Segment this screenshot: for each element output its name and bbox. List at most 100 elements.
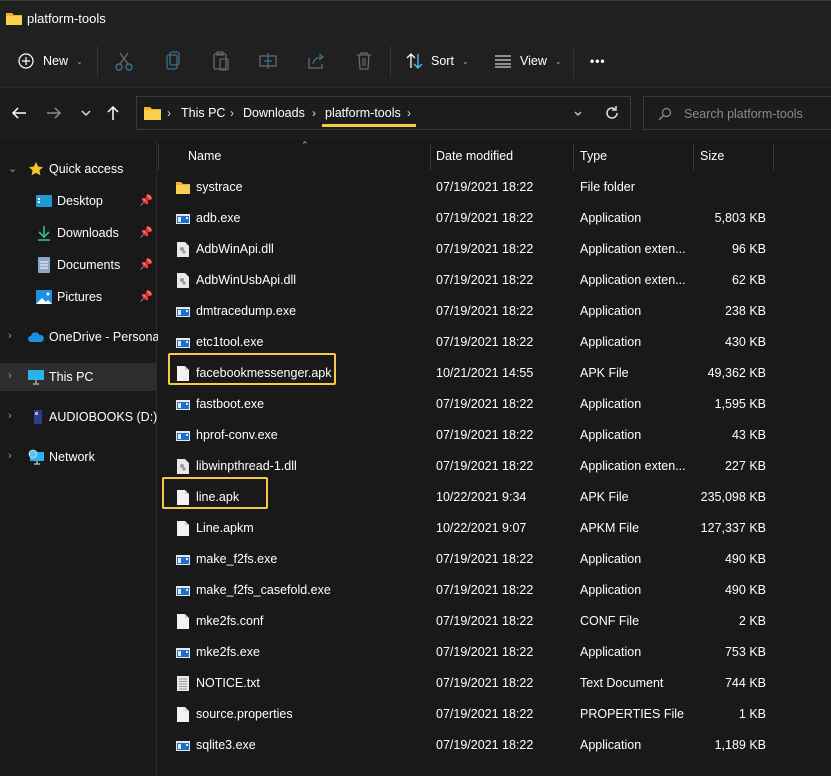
sidebar-item-this-pc[interactable]: › This PC	[0, 363, 156, 391]
copy-icon[interactable]	[162, 50, 184, 72]
file-date-modified: 07/19/2021 18:22	[436, 242, 534, 256]
address-row: › This PC › Downloads › platform-tools ›…	[0, 88, 831, 140]
file-row[interactable]: make_f2fs.exe 07/19/2021 18:22 Application…	[158, 544, 831, 575]
file-row[interactable]: source.properties 07/19/2021 18:22 PROPERT…	[158, 699, 831, 730]
column-header-type[interactable]: Type	[580, 149, 607, 163]
file-name: etc1tool.exe	[196, 335, 264, 349]
file-row[interactable]: NOTICE.txt 07/19/2021 18:22 Text Document 7…	[158, 668, 831, 699]
onedrive-icon	[28, 332, 44, 342]
column-header-date-modified[interactable]: Date modified	[436, 149, 513, 163]
delete-icon[interactable]	[353, 50, 375, 72]
rename-icon[interactable]	[257, 50, 279, 72]
cut-icon[interactable]	[113, 50, 135, 72]
file-name: source.properties	[196, 707, 293, 721]
file-type: Application	[580, 211, 642, 225]
window-title: platform-tools	[27, 11, 106, 26]
column-divider[interactable]	[573, 144, 574, 170]
sidebar-item-audiobooks-drive[interactable]: › AUDIOBOOKS (D:)	[0, 403, 158, 431]
file-row[interactable]: systrace 07/19/2021 18:22 File folder	[158, 172, 831, 203]
file-row[interactable]: mke2fs.conf 07/19/2021 18:22 CONF File 2 KB	[158, 606, 831, 637]
sidebar-item-desktop[interactable]: Desktop 📌	[0, 187, 156, 215]
sort-icon	[406, 53, 423, 69]
file-row[interactable]: make_f2fs_casefold.exe 07/19/2021 18:22 Ap…	[158, 575, 831, 606]
file-type: Application exten...	[580, 273, 686, 287]
file-row[interactable]: AdbWinApi.dll 07/19/2021 18:22 Application…	[158, 234, 831, 265]
paste-icon[interactable]	[210, 50, 232, 72]
breadcrumb-separator: ›	[312, 106, 316, 120]
breadcrumb-separator: ›	[407, 106, 411, 120]
refresh-icon[interactable]	[604, 105, 620, 121]
chevron-down-icon[interactable]: ⌄	[8, 162, 17, 175]
sidebar-item-pictures[interactable]: Pictures 📌	[0, 283, 156, 311]
file-name: systrace	[196, 180, 243, 194]
file-row[interactable]: line.apk 10/22/2021 9:34 APK File 235,098 K…	[158, 477, 831, 513]
file-type: PROPERTIES File	[580, 707, 684, 721]
sidebar-item-documents[interactable]: Documents 📌	[0, 251, 156, 279]
up-icon[interactable]	[104, 104, 122, 122]
address-bar[interactable]: › This PC › Downloads › platform-tools ›	[136, 96, 631, 130]
column-header-size[interactable]: Size	[700, 149, 724, 163]
file-date-modified: 07/19/2021 18:22	[436, 552, 534, 566]
sidebar-label: Quick access	[49, 162, 124, 176]
sidebar-label: Desktop	[57, 194, 103, 208]
dll-file-icon	[177, 273, 189, 288]
search-box[interactable]: Search platform-tools	[643, 96, 831, 130]
forward-icon[interactable]	[45, 104, 63, 122]
sidebar-item-quick-access[interactable]: ⌄ Quick access	[0, 155, 156, 183]
sidebar-item-onedrive[interactable]: › OneDrive - Personal	[0, 323, 162, 351]
file-row[interactable]: fastboot.exe 07/19/2021 18:22 Application 1…	[158, 389, 831, 420]
file-row[interactable]: Line.apkm 10/22/2021 9:07 APKM File 127,337…	[158, 513, 831, 544]
file-type: APK File	[580, 366, 629, 380]
more-options-button[interactable]: •••	[590, 48, 606, 74]
chevron-right-icon[interactable]: ›	[8, 370, 12, 382]
file-size: 490 KB	[724, 552, 766, 566]
sidebar-label: AUDIOBOOKS (D:)	[49, 410, 158, 424]
sort-button[interactable]: Sort ⌄	[406, 48, 469, 74]
file-row[interactable]: mke2fs.exe 07/19/2021 18:22 Application 753…	[158, 637, 831, 668]
file-date-modified: 07/19/2021 18:22	[436, 583, 534, 597]
search-input[interactable]: Search platform-tools	[684, 107, 803, 121]
recent-locations-chevron-icon[interactable]	[77, 104, 95, 122]
column-divider[interactable]	[693, 144, 694, 170]
file-size: 430 KB	[724, 335, 766, 349]
file-row[interactable]: hprof-conv.exe 07/19/2021 18:22 Applicatio…	[158, 420, 831, 451]
view-button[interactable]: View ⌄	[494, 48, 562, 74]
file-name: NOTICE.txt	[196, 676, 260, 690]
sidebar-item-downloads[interactable]: Downloads 📌	[0, 219, 156, 247]
sidebar-label: Documents	[57, 258, 121, 272]
search-icon	[658, 107, 672, 121]
file-date-modified: 07/19/2021 18:22	[436, 707, 534, 721]
file-date-modified: 10/22/2021 9:07	[436, 521, 527, 535]
address-history-chevron-icon[interactable]	[573, 109, 583, 119]
sidebar-item-network[interactable]: › Network	[0, 443, 156, 471]
new-button[interactable]: New ⌄	[18, 48, 83, 74]
file-row[interactable]: dmtracedump.exe 07/19/2021 18:22 Applicati…	[158, 296, 831, 327]
star-icon	[29, 162, 43, 176]
file-row[interactable]: AdbWinUsbApi.dll 07/19/2021 18:22 Applicat…	[158, 265, 831, 296]
chevron-right-icon[interactable]: ›	[8, 410, 12, 422]
breadcrumb-platform-tools[interactable]: platform-tools	[325, 106, 401, 120]
breadcrumb-downloads[interactable]: Downloads	[243, 106, 305, 120]
file-date-modified: 07/19/2021 18:22	[436, 614, 534, 628]
column-divider[interactable]	[430, 144, 431, 170]
application-icon	[176, 307, 190, 317]
column-divider[interactable]	[773, 144, 774, 170]
file-row[interactable]: adb.exe 07/19/2021 18:22 Application 5,803 …	[158, 203, 831, 234]
file-row[interactable]: sqlite3.exe 07/19/2021 18:22 Application 1,…	[158, 730, 831, 761]
pin-icon: 📌	[139, 195, 153, 207]
desktop-icon	[36, 195, 52, 207]
chevron-right-icon[interactable]: ›	[8, 450, 12, 462]
back-icon[interactable]	[10, 104, 28, 122]
file-name: make_f2fs_casefold.exe	[196, 583, 331, 597]
file-type: Text Document	[580, 676, 664, 690]
file-name: hprof-conv.exe	[196, 428, 278, 442]
file-date-modified: 07/19/2021 18:22	[436, 428, 534, 442]
column-divider	[158, 144, 159, 170]
breadcrumb-this-pc[interactable]: This PC	[181, 106, 225, 120]
chevron-right-icon[interactable]: ›	[8, 330, 12, 342]
file-row[interactable]: facebookmessenger.apk 10/21/2021 14:55 APK…	[158, 353, 831, 389]
column-header-name[interactable]: Name	[188, 149, 221, 163]
documents-icon	[38, 257, 50, 273]
share-icon[interactable]	[305, 50, 327, 72]
file-size: 5,803 KB	[714, 211, 766, 225]
